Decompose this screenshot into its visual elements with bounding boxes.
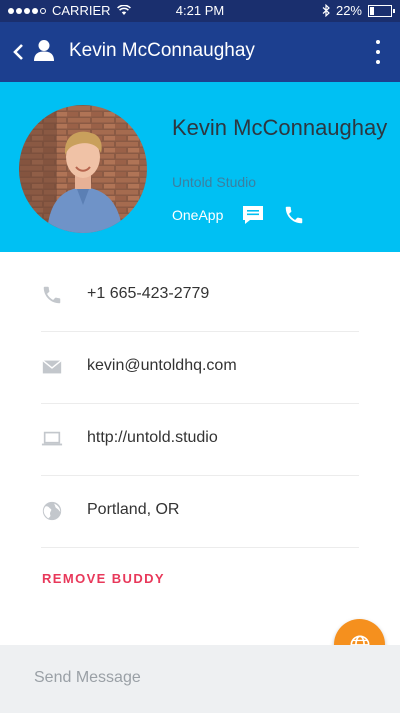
back-button[interactable]	[6, 38, 30, 66]
remove-buddy-button[interactable]: REMOVE BUDDY	[42, 571, 165, 586]
location: Portland, OR	[87, 501, 180, 518]
website-url: http://untold.studio	[87, 429, 218, 446]
laptop-icon	[41, 431, 63, 446]
email-address: kevin@untoldhq.com	[87, 357, 237, 374]
person-icon	[34, 40, 54, 61]
bluetooth-icon	[322, 4, 330, 17]
battery-percent: 22%	[335, 3, 362, 18]
contact-actions: OneApp	[172, 204, 305, 226]
detail-row-location[interactable]: Portland, OR	[41, 475, 359, 548]
call-button[interactable]	[283, 204, 305, 226]
oneapp-label: OneApp	[172, 207, 224, 223]
avatar	[19, 105, 147, 233]
detail-row-email[interactable]: kevin@untoldhq.com	[41, 331, 359, 404]
more-button[interactable]	[374, 40, 382, 64]
mail-icon	[42, 360, 62, 374]
status-bar: CARRIER 4:21 PM 22%	[0, 0, 400, 22]
chat-button[interactable]	[241, 204, 265, 226]
contact-name: Kevin McConnaughay	[172, 115, 388, 140]
profile-header: Kevin McConnaughay Untold Studio OneApp	[0, 82, 400, 252]
status-right: 22%	[322, 3, 395, 18]
send-message-input[interactable]	[20, 661, 348, 695]
phone-number: +1 665-423-2779	[87, 285, 210, 302]
nav-bar: Kevin McConnaughay	[0, 22, 400, 82]
phone-icon	[286, 206, 303, 224]
phone-icon	[43, 286, 61, 304]
battery-icon	[368, 4, 395, 17]
detail-row-website[interactable]: http://untold.studio	[41, 403, 359, 476]
detail-row-phone[interactable]: +1 665-423-2779	[41, 259, 359, 332]
chat-icon	[243, 206, 264, 224]
chevron-left-icon	[13, 44, 23, 60]
message-composer	[0, 645, 400, 713]
contact-details-card: +1 665-423-2779 kevin@untoldhq.com http:…	[19, 257, 381, 645]
nav-title: Kevin McConnaughay	[69, 40, 255, 61]
globe-icon	[42, 501, 62, 521]
more-vertical-icon	[376, 40, 380, 44]
contact-company: Untold Studio	[172, 174, 257, 190]
